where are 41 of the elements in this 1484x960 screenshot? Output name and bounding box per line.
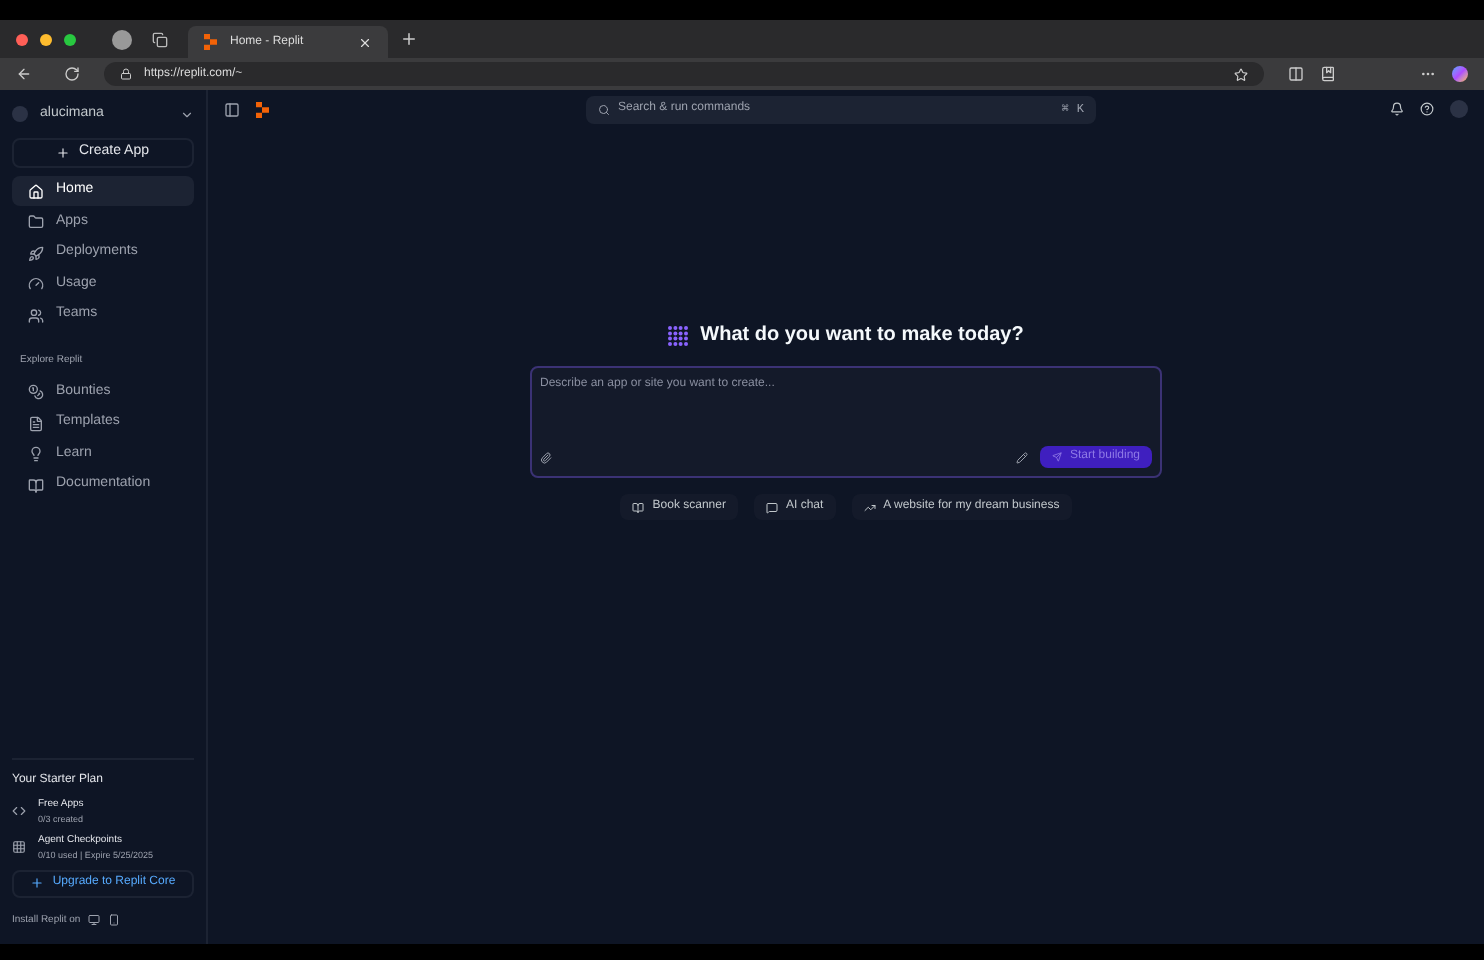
- rocket-icon: [28, 245, 44, 261]
- tabs-icon[interactable]: [152, 31, 168, 47]
- pencil-icon[interactable]: [1015, 451, 1028, 463]
- plus-icon: [30, 876, 45, 890]
- desktop-icon[interactable]: [88, 914, 101, 927]
- folder-icon: [28, 214, 44, 230]
- sidebar-toggle-icon[interactable]: [224, 101, 240, 117]
- book-icon: [28, 477, 44, 493]
- chevron-icon[interactable]: [180, 107, 194, 121]
- copilot-icon[interactable]: [1452, 66, 1468, 82]
- send-icon: [1051, 452, 1062, 462]
- home-icon: [28, 183, 44, 199]
- file-icon: [28, 415, 44, 431]
- users-icon: [28, 307, 44, 323]
- help-icon[interactable]: [1420, 102, 1434, 116]
- attach-icon[interactable]: [540, 451, 552, 463]
- star-icon[interactable]: [1234, 67, 1248, 81]
- split-icon[interactable]: [1288, 66, 1304, 82]
- book-icon: [632, 501, 645, 513]
- lightbulb-icon: [28, 446, 44, 462]
- grid-dots-icon: [668, 325, 689, 345]
- profile-icon[interactable]: [112, 29, 132, 49]
- favorites-icon[interactable]: [1320, 66, 1336, 82]
- trend-icon: [863, 501, 876, 513]
- search-icon: [598, 103, 610, 115]
- reload-icon[interactable]: [64, 66, 80, 82]
- code-icon: [12, 804, 26, 818]
- close-icon[interactable]: [358, 35, 372, 49]
- coins-icon: [28, 384, 44, 400]
- page-heading: What do you want to make today?: [700, 322, 1024, 350]
- lock-icon: [120, 68, 132, 80]
- new-tab-icon[interactable]: [400, 30, 418, 48]
- back-icon[interactable]: [16, 66, 32, 82]
- replit-logo-icon: [204, 34, 218, 50]
- plus-icon: [56, 146, 71, 160]
- notification-icon[interactable]: [1390, 102, 1404, 116]
- grid-icon: [12, 840, 26, 854]
- replit-logo-icon[interactable]: [256, 101, 270, 117]
- phone-icon[interactable]: [108, 914, 121, 927]
- gauge-icon: [28, 276, 44, 292]
- chat-icon: [765, 501, 778, 513]
